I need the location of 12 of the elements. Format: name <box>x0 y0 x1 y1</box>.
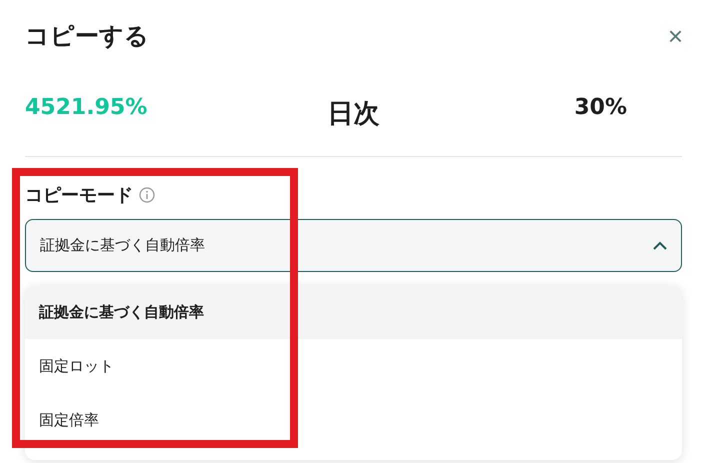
info-icon[interactable] <box>139 187 155 203</box>
dialog-title: コピーする <box>25 21 149 52</box>
stat-value: 4521.95% <box>25 94 148 120</box>
dropdown-option[interactable]: 固定ロット <box>25 339 682 393</box>
dropdown-option[interactable]: 固定倍率 <box>25 393 682 447</box>
stat-value: 日次 <box>328 98 380 130</box>
caret-icon <box>653 241 667 250</box>
copy-mode-select[interactable]: 証拠金に基づく自動倍率 <box>25 219 682 272</box>
dropdown-option[interactable]: 証拠金に基づく自動倍率 <box>25 285 682 339</box>
stat-value: 30% <box>574 94 627 120</box>
field-label: コピーモード <box>25 184 133 207</box>
close-button[interactable]: × <box>668 23 683 49</box>
